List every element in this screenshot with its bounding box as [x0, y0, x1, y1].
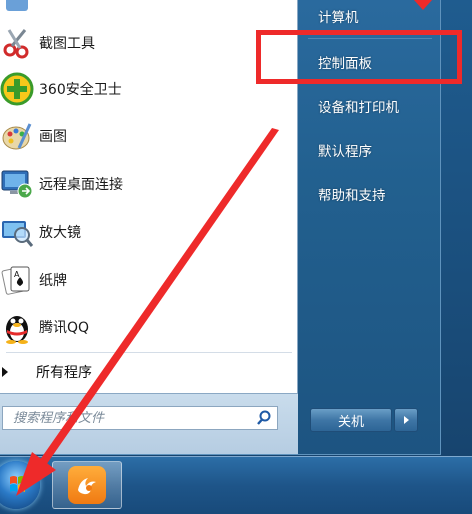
all-programs-label: 所有程序: [36, 365, 92, 381]
program-item-360[interactable]: 360安全卫士: [0, 67, 296, 111]
program-item-snipping-tool[interactable]: 截图工具: [0, 21, 296, 65]
solitaire-icon: A: [0, 263, 34, 297]
play-arrow-icon: [2, 367, 8, 377]
shutdown-label: 关机: [337, 414, 364, 430]
program-item-magnifier[interactable]: 放大镜: [0, 210, 296, 254]
right-item-label: 默认程序: [318, 144, 372, 160]
search-area: [0, 394, 298, 454]
remote-desktop-icon: [0, 167, 34, 201]
right-item-computer[interactable]: 计算机: [306, 0, 436, 34]
shutdown-options-button[interactable]: [394, 408, 418, 432]
program-item-qq[interactable]: 腾讯QQ: [0, 305, 296, 349]
start-menu: 截图工具 360安全卫士 画图 远程桌面连接 放大镜 A 纸牌 腾讯QQ 所有程…: [0, 0, 462, 455]
right-item-help-support[interactable]: 帮助和支持: [306, 176, 436, 212]
shutdown-button[interactable]: 关机: [310, 408, 392, 432]
all-programs-button[interactable]: 所有程序: [0, 354, 296, 390]
program-label: 纸牌: [39, 273, 67, 289]
programs-divider: [6, 352, 292, 353]
taskbar-app-uc-browser[interactable]: [52, 461, 122, 509]
paint-icon: [0, 119, 34, 153]
search-icon[interactable]: [251, 407, 277, 429]
magnifier-icon: [0, 215, 34, 249]
right-item-label: 帮助和支持: [318, 188, 386, 204]
program-label: 远程桌面连接: [39, 177, 123, 193]
search-box: [2, 406, 278, 430]
svg-text:A: A: [14, 270, 20, 279]
chevron-right-icon: [403, 416, 409, 424]
search-input[interactable]: [3, 407, 249, 429]
right-item-default-programs[interactable]: 默认程序: [306, 132, 436, 168]
programs-pane: 截图工具 360安全卫士 画图 远程桌面连接 放大镜 A 纸牌 腾讯QQ 所有程…: [0, 0, 298, 394]
program-label: 360安全卫士: [39, 82, 122, 98]
program-item-partial[interactable]: [0, 0, 296, 22]
program-item-solitaire[interactable]: A 纸牌: [0, 258, 296, 302]
right-item-label: 计算机: [318, 10, 359, 26]
taskbar: [0, 456, 472, 514]
program-label: 画图: [39, 129, 67, 145]
program-item-paint[interactable]: 画图: [0, 114, 296, 158]
right-item-devices-printers[interactable]: 设备和打印机: [306, 88, 436, 124]
highlight-box: [256, 30, 462, 84]
360-security-icon: [0, 72, 34, 106]
windows-logo-icon: [10, 476, 25, 492]
partial-app-icon: [0, 0, 34, 17]
uc-browser-icon: [68, 466, 106, 504]
qq-penguin-icon: [0, 310, 34, 344]
program-label: 截图工具: [39, 36, 95, 52]
snipping-tool-icon: [0, 26, 34, 60]
program-item-remote-desktop[interactable]: 远程桌面连接: [0, 162, 296, 206]
program-label: 放大镜: [39, 225, 81, 241]
right-item-label: 设备和打印机: [318, 100, 399, 116]
start-button[interactable]: [0, 461, 40, 509]
program-label: 腾讯QQ: [39, 320, 90, 336]
